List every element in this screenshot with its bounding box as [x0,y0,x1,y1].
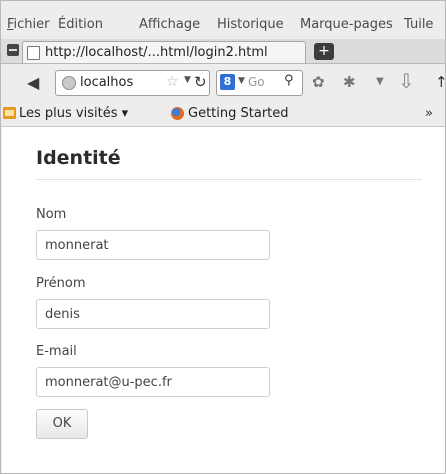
page-content: Identité Nom monnerat Prénom denis E-mai… [2,127,445,473]
prenom-label: Prénom [36,276,86,291]
menu-fichier-label: ichier [13,17,50,32]
email-input[interactable]: monnerat@u-pec.fr [36,367,270,397]
home-icon[interactable]: ↑ [435,73,446,91]
back-arrow-icon[interactable]: ◀ [27,73,39,92]
page-favicon-icon [27,46,40,60]
nom-input[interactable]: monnerat [36,230,270,260]
menu-edition[interactable]: Édition [58,17,103,32]
search-magnifier-icon[interactable]: ⚲ [284,73,294,88]
menu-bar: Fichier Édition Affichage Historique Mar… [1,15,445,35]
url-dropdown-icon[interactable]: ▼ [184,75,191,85]
menu-tuile[interactable]: Tuile [404,17,433,32]
url-bar[interactable]: localhos ☆ ▼ ↻ [55,70,210,96]
tab-label: http://localhost/...html/login2.html [45,45,268,60]
menu-marque-pages[interactable]: Marque-pages [300,17,393,32]
menu-historique[interactable]: Historique [217,17,284,32]
page-title: Identité [36,147,121,169]
title-divider [36,179,422,180]
prenom-input[interactable]: denis [36,299,270,329]
search-engine-icon[interactable]: 8 [220,74,235,90]
menu-fichier[interactable]: Fichier [7,17,50,32]
globe-icon [62,76,76,90]
firefox-icon [171,107,184,120]
new-tab-button[interactable]: + [314,43,334,60]
tab-bar: http://localhost/...html/login2.html + [1,39,445,64]
tool-icon[interactable]: ✱ [343,73,356,91]
menu-affichage[interactable]: Affichage [139,17,200,32]
search-input[interactable]: Go [248,75,265,89]
ok-button[interactable]: OK [36,409,88,439]
url-text: localhos [80,75,134,90]
bookmark-star-icon[interactable]: ☆ [166,74,179,90]
bookmarks-overflow-chevron[interactable]: » [425,106,433,121]
extension-icon[interactable]: ✿ [312,73,325,91]
tab-login2[interactable]: http://localhost/...html/login2.html [22,41,306,63]
folder-icon [3,107,16,119]
email-label: E-mail [36,344,77,359]
search-bar[interactable]: 8 ▼ Go ⚲ [216,70,303,96]
search-engine-dropdown-icon[interactable]: ▼ [238,76,245,86]
download-arrow-icon[interactable]: ⇩ [398,69,415,93]
reload-icon[interactable]: ↻ [194,73,207,91]
navigation-toolbar: ◀ localhos ☆ ▼ ↻ 8 ▼ Go ⚲ ✿ ✱ ▼ ⇩ ↑ [1,64,446,103]
bookmark-most-visited[interactable]: Les plus visités ▾ [19,106,128,121]
browser-window: Fichier Édition Affichage Historique Mar… [0,0,446,474]
toolbar-dropdown-icon[interactable]: ▼ [376,76,384,87]
bookmarks-toolbar: Les plus visités ▾ Getting Started » [1,102,445,127]
tab-list-icon[interactable] [7,44,19,56]
nom-label: Nom [36,207,67,222]
bookmark-getting-started[interactable]: Getting Started [188,106,289,121]
